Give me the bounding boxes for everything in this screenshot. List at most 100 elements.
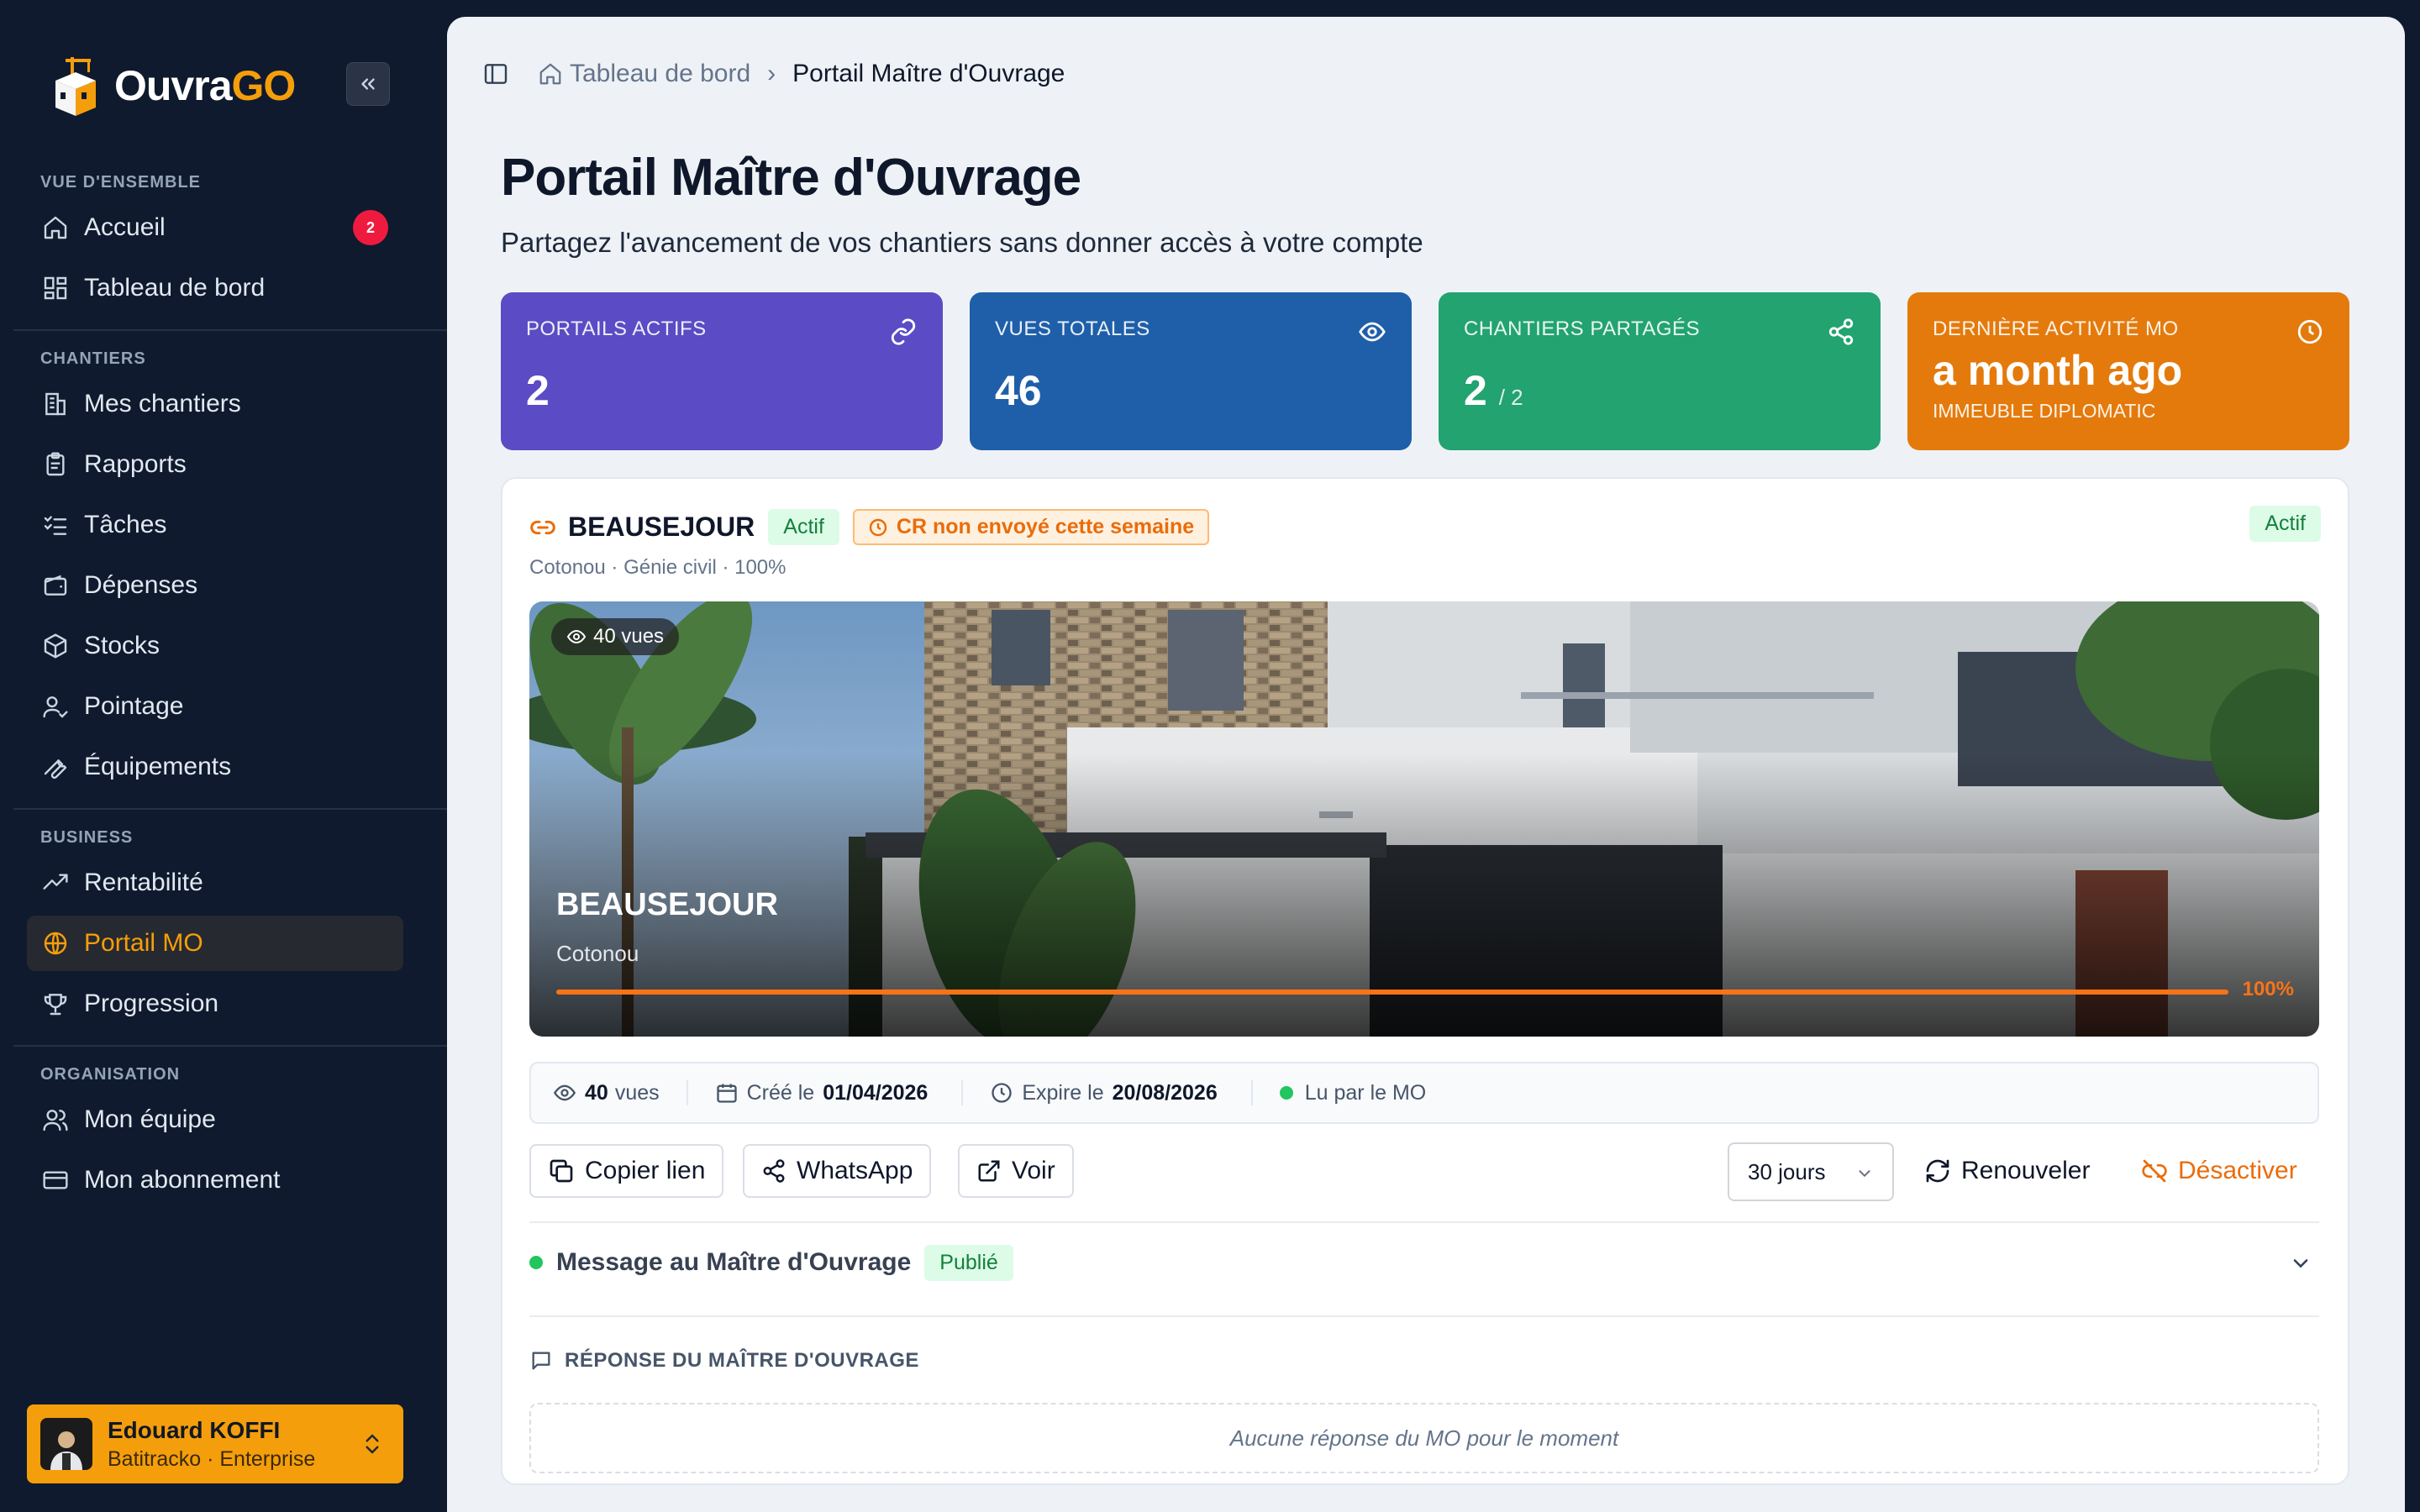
sidebar-item-stocks[interactable]: Stocks [27,618,403,674]
sidebar-item-rapports[interactable]: Rapports [27,437,403,492]
stat-card-portails: PORTAILS ACTIFS 2 [501,292,943,450]
sidebar-item-portail-mo[interactable]: Portail MO [27,916,403,971]
home-icon [539,63,561,85]
views-label: vues [614,1080,660,1105]
nav-divider [13,329,460,331]
stat-value: a month ago [1933,347,2183,394]
deactivate-button[interactable]: Désactiver [2141,1144,2297,1198]
chevron-down-icon [1859,1170,1870,1178]
box-icon [40,631,71,661]
status-badge-right: Actif [2249,506,2321,542]
brand-logo[interactable]: OuvraGO [50,52,296,119]
logo-icon [55,57,96,116]
sidebar-item-depenses[interactable]: Dépenses [27,558,403,613]
response-section-label: RÉPONSE DU MAÎTRE D'OUVRAGE [529,1349,919,1373]
credit-card-icon [40,1165,71,1195]
read-status: Lu par le MO [1304,1080,1427,1105]
stat-total: / 2 [1498,385,1523,410]
sidebar-item-tableau-de-bord[interactable]: Tableau de bord [27,260,403,316]
warning-badge: CR non envoyé cette semaine [852,509,1210,545]
breadcrumb-home-link[interactable]: Tableau de bord [570,60,750,88]
stat-value: 46 [995,367,1042,414]
stat-card-vues: VUES TOTALES 46 [970,292,1412,450]
link-icon [530,520,555,534]
sidebar-item-label: Stocks [84,632,160,659]
whatsapp-button[interactable]: WhatsApp [743,1144,932,1198]
expires-date: 20/08/2026 [1112,1080,1218,1105]
trending-up-icon [40,868,71,898]
home-icon [40,213,71,243]
response-empty-state: Aucune réponse du MO pour le moment [529,1403,2319,1473]
renew-button[interactable]: Renouveler [1924,1144,2090,1198]
nav-section-business: BUSINESS [40,828,134,847]
published-dot [529,1256,543,1269]
sidebar-item-accueil[interactable]: Accueil 2 [27,200,403,255]
chevrons-up-down-icon [366,1434,379,1454]
breadcrumb-current: Portail Maître d'Ouvrage [792,60,1065,87]
clock-icon [2297,319,2323,344]
hero-title: BEAUSEJOUR [556,887,778,922]
external-link-icon [978,1160,1000,1182]
warning-text: CR non envoyé cette semaine [896,515,1195,538]
link-icon [891,318,916,345]
sidebar-item-label: Progression [84,990,219,1017]
sidebar-toggle-icon[interactable] [482,60,509,87]
message-title: Message au Maître d'Ouvrage [556,1248,912,1276]
portal-subtitle: Cotonou · Génie civil · 100% [529,556,786,579]
hero-city: Cotonou [556,941,639,966]
chevron-down-icon[interactable] [2289,1252,2312,1275]
unlink-icon [2142,1159,2167,1183]
divider [529,1315,2319,1317]
user-plan: Batitracko · Enterprise [108,1446,316,1471]
user-name: Edouard KOFFI [108,1416,281,1443]
refresh-icon [1926,1159,1949,1183]
sidebar-item-label: Accueil [84,213,166,241]
breadcrumb: Tableau de bord › Portail Maître d'Ouvra… [482,55,1065,92]
portal-card: BEAUSEJOUR Actif CR non envoyé cette sem… [501,477,2349,1485]
sidebar-item-pointage[interactable]: Pointage [27,679,403,734]
copy-link-button[interactable]: Copier lien [529,1144,724,1198]
sidebar-item-label: Mes chantiers [84,390,241,417]
progress-bar-fill [556,990,2228,995]
calendar-icon [716,1084,737,1103]
portal-card-header: BEAUSEJOUR Actif CR non envoyé cette sem… [529,509,1210,545]
user-menu[interactable]: Edouard KOFFI Batitracko · Enterprise [27,1404,403,1483]
avatar [40,1418,92,1470]
duration-select[interactable]: 30 jours [1728,1142,1894,1201]
read-status-dot [1279,1086,1293,1100]
progress-bar [556,990,2228,995]
message-accordion[interactable]: Message au Maître d'Ouvrage Publié [529,1242,2319,1284]
sidebar-item-label: Pointage [84,692,184,720]
page-subtitle: Partagez l'avancement de vos chantiers s… [501,227,1423,258]
collapse-sidebar-button[interactable] [346,62,390,106]
sidebar-item-mon-abonnement[interactable]: Mon abonnement [27,1152,403,1208]
trophy-icon [40,989,71,1019]
sidebar-item-rentabilite[interactable]: Rentabilité [27,855,403,911]
sidebar-item-equipements[interactable]: Équipements [27,739,403,795]
copy-icon [550,1159,573,1183]
portal-meta: 40 vues Créé le 01/04/2026 Expire le 20/… [529,1062,2319,1124]
chevron-right-icon: › [767,60,776,87]
users-icon [40,1105,71,1135]
stat-label: VUES TOTALES [995,318,1150,340]
page-title: Portail Maître d'Ouvrage [501,149,1081,207]
building-photo [529,601,2319,1037]
view-portal-button[interactable]: Voir [958,1144,1074,1198]
expires-label: Expire le [1022,1080,1104,1105]
clock-icon [992,1083,1013,1103]
sidebar-item-mon-equipe[interactable]: Mon équipe [27,1092,403,1147]
wallet-icon [40,570,71,601]
sidebar-item-progression[interactable]: Progression [27,976,403,1032]
wrench-icon [40,752,71,782]
nav-divider [13,808,460,810]
sidebar-item-mes-chantiers[interactable]: Mes chantiers [27,376,403,432]
nav-section-chantiers: CHANTIERS [40,349,146,368]
status-badge: Actif [768,509,839,545]
sidebar-item-taches[interactable]: Tâches [27,497,403,553]
stat-label: PORTAILS ACTIFS [526,318,707,340]
sidebar-item-label: Rapports [84,450,187,478]
stat-card-activite: DERNIÈRE ACTIVITÉ MO a month ago IMMEUBL… [1907,292,2349,450]
sidebar-item-label: Rentabilité [84,869,203,896]
sidebar-item-label: Mon abonnement [84,1166,281,1194]
clock-icon [869,518,887,536]
